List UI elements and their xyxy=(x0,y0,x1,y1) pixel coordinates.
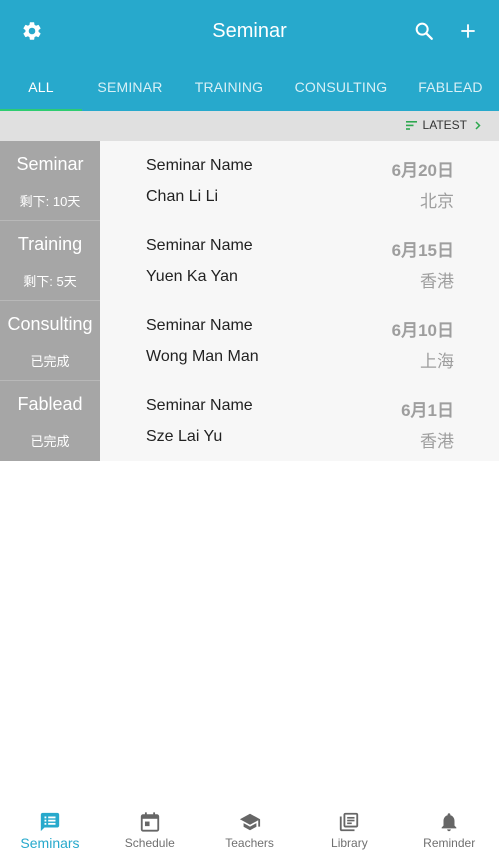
nav-teachers[interactable]: Teachers xyxy=(200,804,300,860)
nav-seminars[interactable]: Seminars xyxy=(0,804,100,860)
nav-label: Schedule xyxy=(124,836,175,850)
seminar-date: 6月1日 xyxy=(401,401,454,420)
seminar-name: Seminar Name xyxy=(146,157,253,174)
seminar-name: Seminar Name xyxy=(146,317,253,334)
bottom-navigation: Seminars Schedule Teachers Library Remin… xyxy=(0,804,499,860)
category-block: Seminar 剩下: 10天 xyxy=(0,141,100,221)
nav-reminder[interactable]: Reminder xyxy=(399,804,499,860)
tab-seminar[interactable]: SEMINAR xyxy=(82,62,178,111)
tab-fablead[interactable]: FABLEAD xyxy=(402,62,499,111)
chat-list-icon xyxy=(38,810,62,834)
add-icon[interactable] xyxy=(456,19,480,43)
list-item[interactable]: Consulting 已完成 Seminar Name Wong Man Man… xyxy=(0,301,499,381)
search-icon[interactable] xyxy=(412,19,436,43)
seminar-city: 香港 xyxy=(420,272,454,291)
seminar-city: 北京 xyxy=(420,192,454,211)
nav-library[interactable]: Library xyxy=(299,804,399,860)
status-label: 剩下: 10天 xyxy=(19,194,81,209)
person-name: Wong Man Man xyxy=(146,348,259,365)
gear-icon[interactable] xyxy=(20,19,44,43)
sort-icon xyxy=(405,120,417,130)
tab-training[interactable]: TRAINING xyxy=(178,62,280,111)
seminar-list: Seminar 剩下: 10天 Seminar Name Chan Li Li … xyxy=(0,141,499,461)
seminar-city: 香港 xyxy=(420,432,454,451)
seminar-city: 上海 xyxy=(420,352,454,371)
category-label: Fablead xyxy=(17,394,83,414)
status-label: 剩下: 5天 xyxy=(23,274,77,289)
person-name: Chan Li Li xyxy=(146,188,219,205)
nav-label: Teachers xyxy=(225,836,274,850)
nav-schedule[interactable]: Schedule xyxy=(100,804,200,860)
tab-all[interactable]: ALL xyxy=(0,62,82,111)
tab-consulting[interactable]: CONSULTING xyxy=(280,62,402,111)
sort-bar: LATEST xyxy=(0,111,499,141)
category-tabs: ALL SEMINAR TRAINING CONSULTING FABLEAD xyxy=(0,62,499,111)
nav-label: Seminars xyxy=(20,835,80,851)
nav-label: Reminder xyxy=(423,836,476,850)
calendar-icon xyxy=(138,810,162,834)
graduation-cap-icon xyxy=(238,810,262,834)
sort-button[interactable]: LATEST xyxy=(405,118,481,132)
category-block: Consulting 已完成 xyxy=(0,301,100,381)
chevron-right-icon xyxy=(475,120,481,130)
sort-label: LATEST xyxy=(422,118,467,132)
person-name: Sze Lai Yu xyxy=(146,428,223,445)
category-block: Fablead 已完成 xyxy=(0,381,100,461)
bell-icon xyxy=(437,810,461,834)
library-books-icon xyxy=(337,810,361,834)
seminar-name: Seminar Name xyxy=(146,237,253,254)
seminar-date: 6月15日 xyxy=(391,241,454,260)
page-title: Seminar xyxy=(212,19,287,42)
status-label: 已完成 xyxy=(30,434,70,449)
category-block: Training 剩下: 5天 xyxy=(0,221,100,301)
category-label: Consulting xyxy=(7,314,93,334)
person-name: Yuen Ka Yan xyxy=(146,268,238,285)
list-item[interactable]: Fablead 已完成 Seminar Name Sze Lai Yu 6月1日… xyxy=(0,381,499,461)
seminar-date: 6月10日 xyxy=(391,321,454,340)
top-app-bar: Seminar xyxy=(0,0,499,62)
category-label: Seminar xyxy=(16,154,84,174)
seminar-date: 6月20日 xyxy=(391,161,454,180)
list-item[interactable]: Seminar 剩下: 10天 Seminar Name Chan Li Li … xyxy=(0,141,499,221)
app-screen: Seminar ALL SEMINAR TRAINING CONSULTING … xyxy=(0,0,499,860)
list-item[interactable]: Training 剩下: 5天 Seminar Name Yuen Ka Yan… xyxy=(0,221,499,301)
seminar-name: Seminar Name xyxy=(146,397,253,414)
nav-label: Library xyxy=(331,836,368,850)
status-label: 已完成 xyxy=(30,354,70,369)
category-label: Training xyxy=(17,234,83,254)
